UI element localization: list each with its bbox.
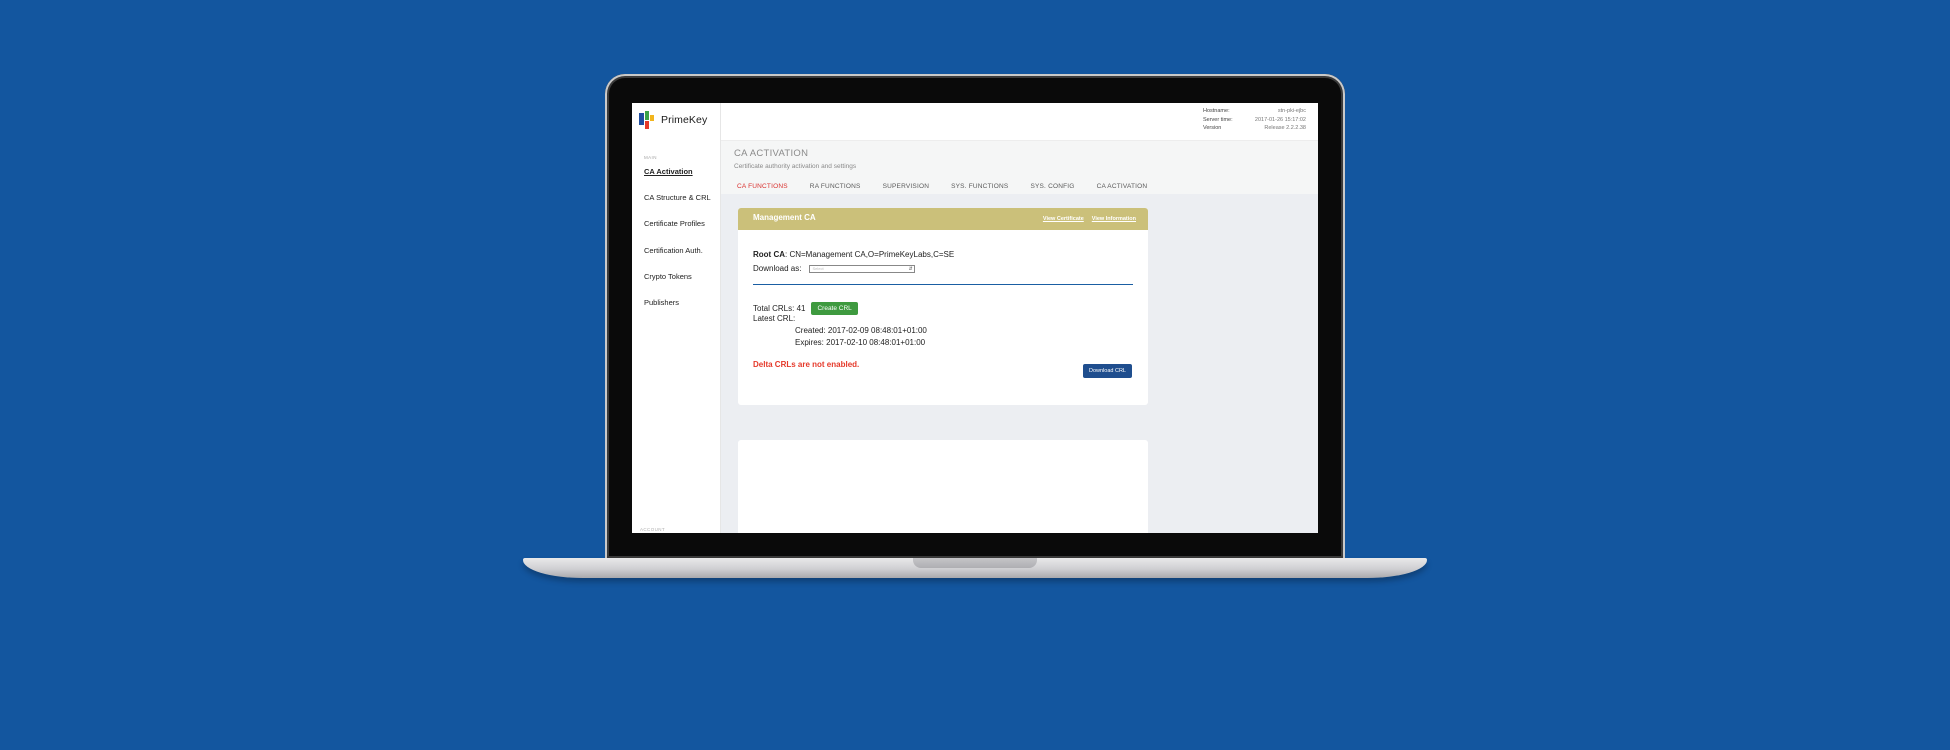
card-title: Management CA	[753, 213, 816, 222]
server-info: Hostname: stn-pki-ejbc Server time: 2017-0…	[1203, 107, 1306, 133]
root-ca-value: : CN=Management CA,O=PrimeKeyLabs,C=SE	[785, 250, 955, 259]
sidebar-footer-label: ACCOUNT	[640, 527, 666, 532]
tab-supervision[interactable]: SUPERVISION	[883, 183, 930, 190]
primekey-logo-icon	[639, 111, 654, 129]
sidebar-item-publishers[interactable]: Publishers	[644, 298, 679, 307]
card-links: View Certificate View Information	[1043, 216, 1136, 222]
section-divider	[753, 284, 1133, 285]
sidebar-section-label: MAIN	[644, 155, 657, 160]
laptop-notch	[913, 558, 1037, 568]
latest-crl-label: Latest CRL:	[753, 314, 796, 323]
version-value: Release 2.2.2.38	[1264, 125, 1306, 131]
crl-created-date: Created: 2017-02-09 08:48:01+01:00	[795, 326, 927, 335]
version-label: Version	[1203, 125, 1222, 131]
ca-card: Management CA View Certificate View Info…	[738, 208, 1148, 405]
sidebar: PrimeKey MAIN CA Activation CA Structure…	[632, 103, 721, 533]
download-format-placeholder: Select	[812, 265, 824, 271]
tab-sys-config[interactable]: SYS. CONFIG	[1030, 183, 1074, 190]
secondary-card	[738, 440, 1148, 533]
create-crl-button[interactable]: Create CRL	[811, 302, 858, 315]
sidebar-item-ca-activation[interactable]: CA Activation	[644, 167, 693, 176]
server-time-label: Server time:	[1203, 116, 1233, 123]
download-as-row: Download as: Select ⇵	[753, 264, 916, 273]
brand-logo[interactable]: PrimeKey	[639, 111, 707, 129]
sidebar-item-ca-structure-crl[interactable]: CA Structure & CRL	[644, 193, 711, 202]
brand-name: PrimeKey	[661, 114, 708, 126]
tab-bar: CA FUNCTIONS RA FUNCTIONS SUPERVISION SY…	[737, 183, 1169, 190]
sidebar-item-certification-auth[interactable]: Certification Auth.	[644, 246, 703, 255]
view-information-link[interactable]: View Information	[1092, 216, 1136, 222]
root-ca-label: Root CA	[753, 250, 785, 259]
main-content: Management CA View Certificate View Info…	[721, 194, 1318, 533]
hostname-value: stn-pki-ejbc	[1277, 108, 1306, 114]
chevron-down-icon: ⇵	[908, 265, 913, 271]
download-format-select[interactable]: Select ⇵	[809, 264, 916, 273]
sidebar-item-certificate-profiles[interactable]: Certificate Profiles	[644, 219, 705, 228]
page-subtitle: Certificate authority activation and set…	[734, 163, 857, 170]
delta-crl-notice: Delta CRLs are not enabled.	[753, 360, 860, 369]
crl-expires-date: Expires: 2017-02-10 08:48:01+01:00	[795, 338, 926, 347]
tab-ca-activation[interactable]: CA ACTIVATION	[1097, 183, 1148, 190]
top-bar: Hostname: stn-pki-ejbc Server time: 2017-0…	[721, 103, 1318, 141]
tab-ca-functions[interactable]: CA FUNCTIONS	[737, 183, 788, 190]
card-header: Management CA View Certificate View Info…	[738, 208, 1148, 230]
card-body: Root CA: CN=Management CA,O=PrimeKeyLabs…	[738, 230, 1148, 405]
total-crls-text: Total CRLs: 41	[753, 304, 806, 313]
page-title: CA ACTIVATION	[734, 148, 809, 159]
tab-sys-functions[interactable]: SYS. FUNCTIONS	[951, 183, 1008, 190]
page-header: CA ACTIVATION Certificate authority acti…	[721, 141, 1318, 194]
server-time-value: 2017-01-26 15:17:02	[1254, 116, 1306, 123]
root-ca-line: Root CA: CN=Management CA,O=PrimeKeyLabs…	[753, 250, 954, 259]
tab-ra-functions[interactable]: RA FUNCTIONS	[810, 183, 861, 190]
download-as-label: Download as:	[753, 264, 802, 273]
hostname-label: Hostname:	[1203, 108, 1230, 114]
view-certificate-link[interactable]: View Certificate	[1043, 216, 1084, 222]
laptop-screen: PrimeKey MAIN CA Activation CA Structure…	[632, 103, 1318, 533]
sidebar-item-crypto-tokens[interactable]: Crypto Tokens	[644, 272, 692, 281]
download-crl-button[interactable]: Download CRL	[1083, 364, 1132, 378]
